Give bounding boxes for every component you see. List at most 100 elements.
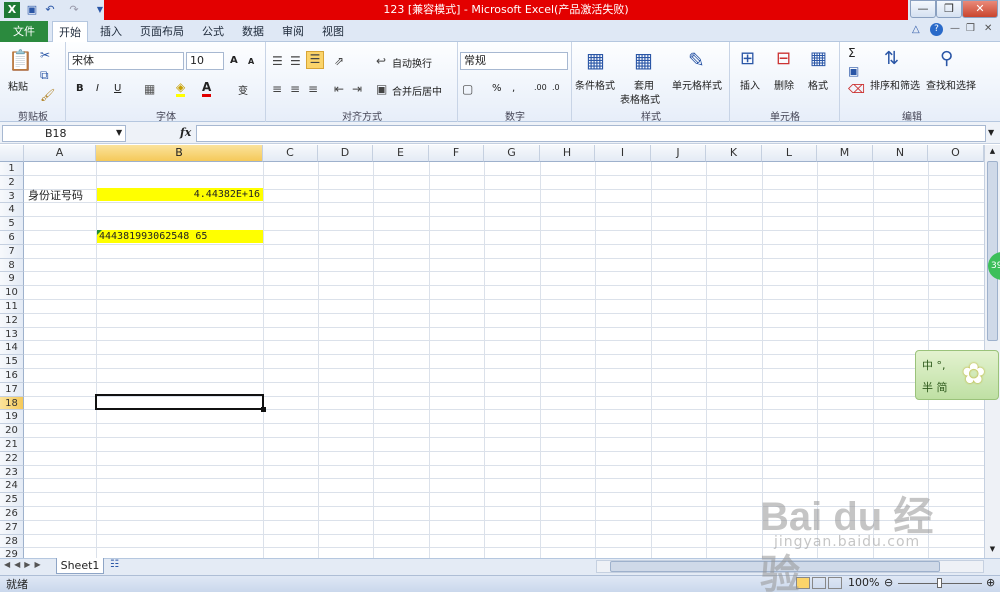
underline-button[interactable]: U — [114, 83, 121, 94]
comma-button[interactable]: , — [512, 83, 515, 94]
format-table-button-2[interactable]: 表格格式 — [620, 91, 660, 106]
increase-decimal-icon[interactable]: .00 — [534, 83, 547, 92]
align-middle-icon[interactable]: ☰ — [290, 54, 301, 68]
conditional-format-button[interactable]: 条件格式 — [575, 77, 615, 92]
fill-handle[interactable] — [261, 407, 266, 412]
tab-formulas[interactable]: 公式 — [196, 21, 230, 42]
name-box[interactable]: B18 — [2, 125, 126, 142]
scroll-down-icon[interactable]: ▼ — [987, 545, 998, 555]
save-icon[interactable]: ▣ — [24, 2, 40, 18]
tab-file[interactable]: 文件 — [0, 21, 48, 42]
format-table-icon[interactable]: ▦ — [634, 48, 653, 72]
font-size-select[interactable]: 10 — [186, 52, 224, 70]
excel-icon[interactable]: X — [4, 2, 20, 18]
row-header-2[interactable]: 2 — [0, 175, 24, 190]
col-header-A[interactable]: A — [24, 145, 96, 162]
phonetic-button[interactable]: 变 — [238, 82, 248, 97]
expand-formula-icon[interactable]: ▼ — [988, 128, 994, 137]
name-box-dropdown-icon[interactable]: ▼ — [116, 128, 122, 137]
row-header-19[interactable]: 19 — [0, 410, 24, 425]
insert-cells-icon[interactable]: ⊞ — [740, 48, 755, 69]
decrease-indent-icon[interactable]: ⇤ — [334, 82, 344, 96]
row-header-12[interactable]: 12 — [0, 313, 24, 328]
cell-styles-button[interactable]: 单元格样式 — [672, 77, 722, 92]
borders-icon[interactable]: ▦ — [144, 82, 155, 96]
row-header-9[interactable]: 9 — [0, 272, 24, 287]
tab-review[interactable]: 审阅 — [276, 21, 310, 42]
ime-toolbar[interactable]: 中 °, 半 简 ✿ — [915, 350, 999, 400]
align-top-icon[interactable]: ☰ — [272, 54, 283, 68]
bold-button[interactable]: B — [76, 83, 84, 94]
col-header-D[interactable]: D — [318, 145, 373, 162]
font-color-icon[interactable]: A — [202, 80, 212, 97]
row-header-13[interactable]: 13 — [0, 327, 24, 342]
row-header-17[interactable]: 17 — [0, 382, 24, 397]
clear-icon[interactable]: ⌫ — [848, 82, 865, 96]
find-select-icon[interactable]: ⚲ — [940, 48, 953, 69]
sheet-nav-icon[interactable]: ◀◀▶▶ — [4, 560, 45, 569]
zoom-in-icon[interactable]: ⊕ — [986, 576, 995, 589]
undo-icon[interactable]: ↶ — [42, 2, 58, 18]
row-header-11[interactable]: 11 — [0, 300, 24, 314]
doc-restore-icon[interactable]: ❒ — [966, 23, 975, 34]
tab-insert[interactable]: 插入 — [94, 21, 128, 42]
cell-A3[interactable]: 身份证号码 — [28, 189, 94, 202]
row-header-24[interactable]: 24 — [0, 479, 24, 494]
wrap-text-icon[interactable]: ↩ — [376, 54, 386, 68]
row-header-22[interactable]: 22 — [0, 451, 24, 466]
tab-page-layout[interactable]: 页面布局 — [136, 21, 188, 42]
sort-filter-icon[interactable]: ⇅ — [884, 48, 899, 69]
autosum-button[interactable]: Σ — [848, 46, 856, 60]
selected-cell-B18[interactable] — [95, 394, 264, 410]
col-header-K[interactable]: K — [706, 145, 762, 162]
ime-mode-1[interactable]: 中 °, — [922, 357, 946, 373]
row-header-16[interactable]: 16 — [0, 369, 24, 383]
shrink-font-button[interactable]: A — [248, 57, 254, 66]
col-header-J[interactable]: J — [651, 145, 706, 162]
row-header-5[interactable]: 5 — [0, 217, 24, 231]
fill-icon[interactable]: ▣ — [848, 64, 859, 78]
row-header-23[interactable]: 23 — [0, 465, 24, 480]
row-header-1[interactable]: 1 — [0, 162, 24, 176]
col-header-L[interactable]: L — [762, 145, 817, 162]
row-header-10[interactable]: 10 — [0, 286, 24, 300]
format-painter-icon[interactable]: 🖌 — [40, 88, 55, 102]
insert-function-icon[interactable]: fx — [180, 126, 191, 139]
doc-close-icon[interactable]: ✕ — [984, 23, 992, 34]
select-all-corner[interactable] — [0, 145, 24, 162]
row-header-28[interactable]: 28 — [0, 534, 24, 549]
insert-cells-button[interactable]: 插入 — [740, 77, 760, 92]
col-header-G[interactable]: G — [484, 145, 540, 162]
col-header-C[interactable]: C — [263, 145, 318, 162]
col-header-M[interactable]: M — [817, 145, 873, 162]
accounting-format-icon[interactable]: ▢ — [462, 82, 473, 96]
row-header-3[interactable]: 3 — [0, 189, 24, 204]
help-icon[interactable]: ? — [930, 23, 943, 36]
increase-indent-icon[interactable]: ⇥ — [352, 82, 362, 96]
align-right-icon[interactable]: ≡ — [308, 82, 318, 96]
copy-icon[interactable]: ⧉ — [40, 68, 49, 83]
grow-font-button[interactable]: A — [230, 55, 238, 66]
col-header-F[interactable]: F — [429, 145, 484, 162]
row-header-25[interactable]: 25 — [0, 493, 24, 507]
tab-home[interactable]: 开始 — [52, 21, 88, 43]
row-header-14[interactable]: 14 — [0, 341, 24, 356]
restore-button[interactable]: ❒ — [936, 0, 962, 18]
formula-input[interactable] — [196, 125, 986, 142]
scroll-up-icon[interactable]: ▲ — [987, 147, 998, 157]
close-button[interactable]: ✕ — [962, 0, 998, 18]
decrease-decimal-icon[interactable]: .0 — [552, 83, 560, 92]
wrap-text-button[interactable]: 自动换行 — [392, 55, 432, 70]
percent-button[interactable]: % — [492, 83, 502, 94]
row-header-18[interactable]: 18 — [0, 396, 24, 411]
sort-filter-button[interactable]: 排序和筛选 — [870, 77, 920, 92]
tab-view[interactable]: 视图 — [316, 21, 350, 42]
error-indicator-icon[interactable] — [97, 230, 102, 235]
italic-button[interactable]: I — [96, 83, 99, 94]
scroll-thumb[interactable] — [987, 161, 998, 341]
col-header-O[interactable]: O — [928, 145, 984, 162]
row-header-8[interactable]: 8 — [0, 258, 24, 273]
col-header-H[interactable]: H — [540, 145, 595, 162]
cell-styles-icon[interactable]: ✎ — [688, 48, 705, 72]
row-header-26[interactable]: 26 — [0, 507, 24, 521]
